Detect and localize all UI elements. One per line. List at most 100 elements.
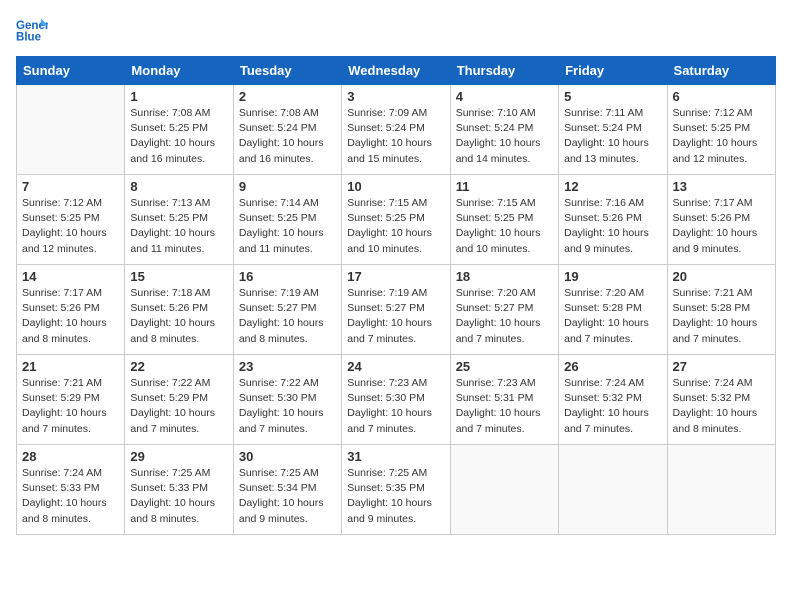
day-number: 27 <box>673 359 770 374</box>
day-number: 18 <box>456 269 553 284</box>
sunrise-label: Sunrise: 7:20 AM <box>456 287 536 299</box>
sunrise-label: Sunrise: 7:21 AM <box>22 377 102 389</box>
week-row-4: 21 Sunrise: 7:21 AM Sunset: 5:29 PM Dayl… <box>17 355 776 445</box>
sunset-label: Sunset: 5:25 PM <box>239 212 317 224</box>
weekday-header-row: SundayMondayTuesdayWednesdayThursdayFrid… <box>17 57 776 85</box>
calendar-cell: 10 Sunrise: 7:15 AM Sunset: 5:25 PM Dayl… <box>342 175 450 265</box>
daylight-label: Daylight: 10 hours and 8 minutes. <box>22 497 107 524</box>
calendar-cell: 22 Sunrise: 7:22 AM Sunset: 5:29 PM Dayl… <box>125 355 233 445</box>
daylight-label: Daylight: 10 hours and 12 minutes. <box>673 137 758 164</box>
sunrise-label: Sunrise: 7:23 AM <box>347 377 427 389</box>
weekday-header-monday: Monday <box>125 57 233 85</box>
sunrise-label: Sunrise: 7:17 AM <box>22 287 102 299</box>
day-number: 11 <box>456 179 553 194</box>
calendar-cell: 7 Sunrise: 7:12 AM Sunset: 5:25 PM Dayli… <box>17 175 125 265</box>
day-number: 29 <box>130 449 227 464</box>
day-number: 23 <box>239 359 336 374</box>
daylight-label: Daylight: 10 hours and 7 minutes. <box>22 407 107 434</box>
daylight-label: Daylight: 10 hours and 14 minutes. <box>456 137 541 164</box>
week-row-5: 28 Sunrise: 7:24 AM Sunset: 5:33 PM Dayl… <box>17 445 776 535</box>
daylight-label: Daylight: 10 hours and 16 minutes. <box>130 137 215 164</box>
sunrise-label: Sunrise: 7:13 AM <box>130 197 210 209</box>
sunrise-label: Sunrise: 7:15 AM <box>347 197 427 209</box>
week-row-1: 1 Sunrise: 7:08 AM Sunset: 5:25 PM Dayli… <box>17 85 776 175</box>
calendar-cell: 16 Sunrise: 7:19 AM Sunset: 5:27 PM Dayl… <box>233 265 341 355</box>
daylight-label: Daylight: 10 hours and 7 minutes. <box>130 407 215 434</box>
day-number: 8 <box>130 179 227 194</box>
day-number: 4 <box>456 89 553 104</box>
sunset-label: Sunset: 5:24 PM <box>456 122 534 134</box>
cell-content: Sunrise: 7:25 AM Sunset: 5:34 PM Dayligh… <box>239 466 336 527</box>
sunset-label: Sunset: 5:25 PM <box>456 212 534 224</box>
sunset-label: Sunset: 5:29 PM <box>22 392 100 404</box>
day-number: 25 <box>456 359 553 374</box>
sunset-label: Sunset: 5:33 PM <box>22 482 100 494</box>
sunset-label: Sunset: 5:34 PM <box>239 482 317 494</box>
calendar-cell: 1 Sunrise: 7:08 AM Sunset: 5:25 PM Dayli… <box>125 85 233 175</box>
cell-content: Sunrise: 7:11 AM Sunset: 5:24 PM Dayligh… <box>564 106 661 167</box>
daylight-label: Daylight: 10 hours and 7 minutes. <box>564 317 649 344</box>
calendar-cell: 5 Sunrise: 7:11 AM Sunset: 5:24 PM Dayli… <box>559 85 667 175</box>
calendar-cell: 27 Sunrise: 7:24 AM Sunset: 5:32 PM Dayl… <box>667 355 775 445</box>
day-number: 1 <box>130 89 227 104</box>
weekday-header-friday: Friday <box>559 57 667 85</box>
calendar-cell: 2 Sunrise: 7:08 AM Sunset: 5:24 PM Dayli… <box>233 85 341 175</box>
daylight-label: Daylight: 10 hours and 8 minutes. <box>130 497 215 524</box>
day-number: 14 <box>22 269 119 284</box>
day-number: 12 <box>564 179 661 194</box>
daylight-label: Daylight: 10 hours and 11 minutes. <box>239 227 324 254</box>
calendar-cell: 30 Sunrise: 7:25 AM Sunset: 5:34 PM Dayl… <box>233 445 341 535</box>
calendar-cell: 31 Sunrise: 7:25 AM Sunset: 5:35 PM Dayl… <box>342 445 450 535</box>
sunrise-label: Sunrise: 7:24 AM <box>673 377 753 389</box>
day-number: 6 <box>673 89 770 104</box>
calendar-cell: 29 Sunrise: 7:25 AM Sunset: 5:33 PM Dayl… <box>125 445 233 535</box>
cell-content: Sunrise: 7:15 AM Sunset: 5:25 PM Dayligh… <box>347 196 444 257</box>
sunrise-label: Sunrise: 7:08 AM <box>130 107 210 119</box>
sunset-label: Sunset: 5:27 PM <box>239 302 317 314</box>
day-number: 22 <box>130 359 227 374</box>
week-row-3: 14 Sunrise: 7:17 AM Sunset: 5:26 PM Dayl… <box>17 265 776 355</box>
calendar-table: SundayMondayTuesdayWednesdayThursdayFrid… <box>16 56 776 535</box>
weekday-header-sunday: Sunday <box>17 57 125 85</box>
calendar-cell: 24 Sunrise: 7:23 AM Sunset: 5:30 PM Dayl… <box>342 355 450 445</box>
sunset-label: Sunset: 5:25 PM <box>130 212 208 224</box>
weekday-header-saturday: Saturday <box>667 57 775 85</box>
sunrise-label: Sunrise: 7:16 AM <box>564 197 644 209</box>
sunset-label: Sunset: 5:26 PM <box>564 212 642 224</box>
sunrise-label: Sunrise: 7:19 AM <box>239 287 319 299</box>
cell-content: Sunrise: 7:23 AM Sunset: 5:31 PM Dayligh… <box>456 376 553 437</box>
weekday-header-thursday: Thursday <box>450 57 558 85</box>
day-number: 31 <box>347 449 444 464</box>
cell-content: Sunrise: 7:08 AM Sunset: 5:24 PM Dayligh… <box>239 106 336 167</box>
cell-content: Sunrise: 7:10 AM Sunset: 5:24 PM Dayligh… <box>456 106 553 167</box>
sunrise-label: Sunrise: 7:17 AM <box>673 197 753 209</box>
cell-content: Sunrise: 7:08 AM Sunset: 5:25 PM Dayligh… <box>130 106 227 167</box>
calendar-cell: 4 Sunrise: 7:10 AM Sunset: 5:24 PM Dayli… <box>450 85 558 175</box>
day-number: 20 <box>673 269 770 284</box>
day-number: 19 <box>564 269 661 284</box>
sunrise-label: Sunrise: 7:21 AM <box>673 287 753 299</box>
cell-content: Sunrise: 7:13 AM Sunset: 5:25 PM Dayligh… <box>130 196 227 257</box>
sunrise-label: Sunrise: 7:12 AM <box>673 107 753 119</box>
calendar-cell: 8 Sunrise: 7:13 AM Sunset: 5:25 PM Dayli… <box>125 175 233 265</box>
cell-content: Sunrise: 7:19 AM Sunset: 5:27 PM Dayligh… <box>239 286 336 347</box>
calendar-cell: 18 Sunrise: 7:20 AM Sunset: 5:27 PM Dayl… <box>450 265 558 355</box>
calendar-cell: 9 Sunrise: 7:14 AM Sunset: 5:25 PM Dayli… <box>233 175 341 265</box>
sunrise-label: Sunrise: 7:24 AM <box>22 467 102 479</box>
calendar-cell <box>559 445 667 535</box>
page-header: General Blue <box>16 16 776 44</box>
sunset-label: Sunset: 5:30 PM <box>347 392 425 404</box>
sunset-label: Sunset: 5:25 PM <box>673 122 751 134</box>
day-number: 21 <box>22 359 119 374</box>
logo: General Blue <box>16 16 48 44</box>
sunset-label: Sunset: 5:25 PM <box>22 212 100 224</box>
sunset-label: Sunset: 5:32 PM <box>673 392 751 404</box>
sunrise-label: Sunrise: 7:25 AM <box>130 467 210 479</box>
calendar-cell: 21 Sunrise: 7:21 AM Sunset: 5:29 PM Dayl… <box>17 355 125 445</box>
sunrise-label: Sunrise: 7:19 AM <box>347 287 427 299</box>
day-number: 28 <box>22 449 119 464</box>
day-number: 9 <box>239 179 336 194</box>
sunset-label: Sunset: 5:24 PM <box>239 122 317 134</box>
weekday-header-tuesday: Tuesday <box>233 57 341 85</box>
sunset-label: Sunset: 5:27 PM <box>347 302 425 314</box>
